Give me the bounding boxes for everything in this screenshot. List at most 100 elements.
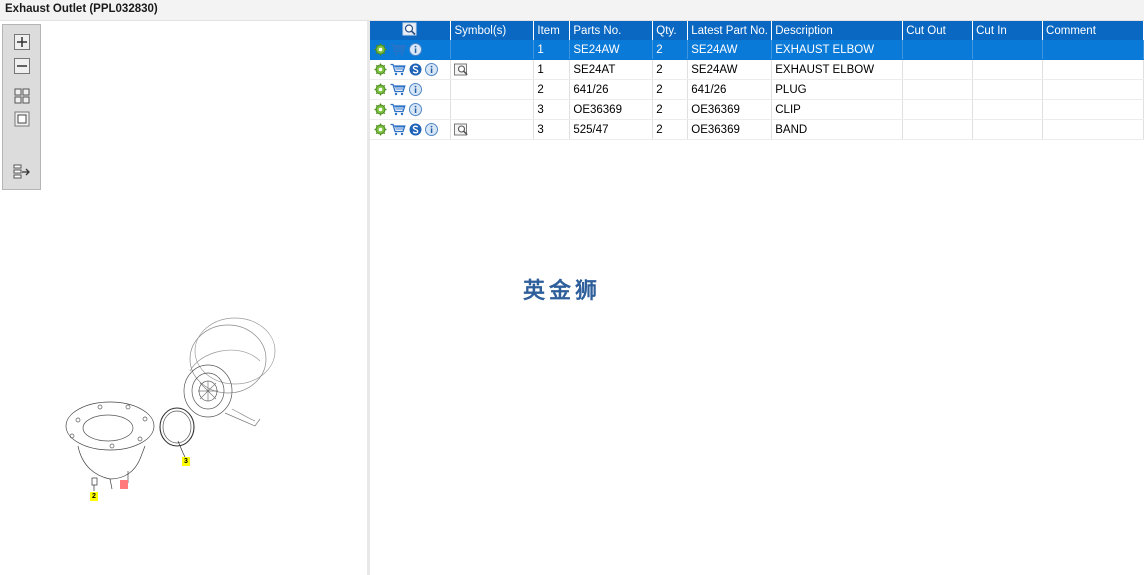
parts-no-cell: SE24AW — [569, 40, 654, 60]
symbol-magnify-icon[interactable] — [454, 63, 470, 76]
cut-in-cell — [972, 119, 1044, 140]
info-icon[interactable] — [409, 83, 422, 96]
service-info-icon[interactable] — [409, 63, 422, 76]
table-row[interactable]: 1 SE24AT 2 SE24AW EXHAUST ELBOW — [370, 59, 1144, 80]
info-icon[interactable] — [409, 43, 422, 56]
table-header-row: Symbol(s) Item Parts No. Qty. Latest Par… — [370, 21, 1144, 40]
actual-size-button[interactable] — [13, 110, 31, 128]
callout-2[interactable]: 2 — [90, 492, 98, 501]
fit-all-button[interactable] — [13, 87, 31, 105]
cart-icon[interactable] — [390, 123, 406, 136]
zoom-toolbar — [2, 24, 41, 190]
latest-part-no-cell: SE24AW — [687, 59, 773, 80]
zoom-out-icon — [14, 58, 30, 74]
cut-out-cell — [902, 79, 974, 100]
symbol-cell — [450, 119, 535, 140]
cut-in-cell — [972, 79, 1044, 100]
watermark-text: 英金狮 — [523, 279, 602, 304]
actual-size-icon — [14, 111, 30, 127]
table-row[interactable]: 2 641/26 2 641/26 PLUG — [370, 79, 1144, 100]
table-row[interactable]: 1 SE24AW 2 SE24AW EXHAUST ELBOW — [370, 40, 1144, 60]
column-header-symbols[interactable]: Symbol(s) — [450, 21, 535, 40]
row-actions — [370, 99, 452, 120]
cart-icon[interactable] — [390, 63, 406, 76]
column-header-item[interactable]: Item — [533, 21, 571, 40]
comment-cell — [1042, 119, 1144, 140]
gear-icon[interactable] — [374, 63, 387, 76]
comment-cell — [1042, 59, 1144, 80]
description-cell: CLIP — [771, 99, 904, 120]
description-cell: BAND — [771, 119, 904, 140]
cut-in-cell — [972, 59, 1044, 80]
info-icon[interactable] — [425, 123, 438, 136]
column-header-comment[interactable]: Comment — [1042, 21, 1144, 40]
qty-cell: 2 — [652, 59, 689, 80]
column-header-actions[interactable] — [370, 21, 452, 40]
parts-no-cell: 525/47 — [569, 119, 654, 140]
callout-3[interactable]: 3 — [182, 457, 190, 466]
info-icon[interactable] — [425, 63, 438, 76]
latest-part-no-cell: 641/26 — [687, 79, 773, 100]
cut-out-cell — [902, 99, 974, 120]
gear-icon[interactable] — [374, 123, 387, 136]
search-parts-icon[interactable] — [402, 22, 418, 37]
table-row[interactable]: 3 525/47 2 OE36369 BAND — [370, 119, 1144, 140]
item-cell: 2 — [533, 79, 571, 100]
cut-out-cell — [902, 59, 974, 80]
item-cell: 1 — [533, 40, 571, 60]
cart-icon[interactable] — [390, 103, 406, 116]
title-bar: Exhaust Outlet (PPL032830) — [0, 0, 1144, 21]
column-header-cut-out[interactable]: Cut Out — [902, 21, 974, 40]
zoom-out-button[interactable] — [13, 57, 31, 75]
column-header-qty[interactable]: Qty. — [652, 21, 689, 40]
cart-icon[interactable] — [390, 43, 406, 56]
table-row[interactable]: 3 OE36369 2 OE36369 CLIP — [370, 99, 1144, 120]
parts-no-cell: OE36369 — [569, 99, 654, 120]
zoom-in-button[interactable] — [13, 33, 31, 51]
item-cell: 3 — [533, 119, 571, 140]
exploded-parts-diagram: 3 2 — [50, 311, 290, 511]
zoom-in-icon — [14, 34, 30, 50]
latest-part-no-cell: OE36369 — [687, 119, 773, 140]
description-cell: EXHAUST ELBOW — [771, 59, 904, 80]
export-button[interactable] — [13, 163, 31, 181]
latest-part-no-cell: SE24AW — [687, 40, 773, 60]
row-actions — [370, 40, 452, 60]
fit-all-icon — [14, 88, 30, 104]
column-header-latest-part-no[interactable]: Latest Part No. — [687, 21, 773, 40]
comment-cell — [1042, 79, 1144, 100]
cut-in-cell — [972, 40, 1044, 60]
description-cell: PLUG — [771, 79, 904, 100]
item-cell: 3 — [533, 99, 571, 120]
cart-icon[interactable] — [390, 83, 406, 96]
column-header-parts-no[interactable]: Parts No. — [569, 21, 654, 40]
parts-no-cell: 641/26 — [569, 79, 654, 100]
symbol-cell — [450, 40, 535, 60]
symbol-magnify-icon[interactable] — [454, 123, 470, 136]
symbol-cell — [450, 79, 535, 100]
latest-part-no-cell: OE36369 — [687, 99, 773, 120]
qty-cell: 2 — [652, 119, 689, 140]
cut-out-cell — [902, 40, 974, 60]
gear-icon[interactable] — [374, 103, 387, 116]
column-header-cut-in[interactable]: Cut In — [972, 21, 1044, 40]
gear-icon[interactable] — [374, 83, 387, 96]
diagram-pane[interactable]: 3 2 — [0, 21, 367, 575]
parts-table: Symbol(s) Item Parts No. Qty. Latest Par… — [370, 21, 1144, 140]
callout-1-highlight[interactable] — [120, 480, 128, 489]
turbocharger-drawing — [65, 317, 276, 491]
row-actions — [370, 119, 452, 140]
column-header-description[interactable]: Description — [771, 21, 904, 40]
cut-in-cell — [972, 99, 1044, 120]
service-info-icon[interactable] — [409, 123, 422, 136]
symbol-cell — [450, 99, 535, 120]
gear-icon[interactable] — [374, 43, 387, 56]
row-actions — [370, 59, 452, 80]
qty-cell: 2 — [652, 99, 689, 120]
window-title: Exhaust Outlet (PPL032830) — [5, 3, 158, 15]
info-icon[interactable] — [409, 103, 422, 116]
row-actions — [370, 79, 452, 100]
item-cell: 1 — [533, 59, 571, 80]
export-icon — [13, 164, 30, 179]
comment-cell — [1042, 99, 1144, 120]
